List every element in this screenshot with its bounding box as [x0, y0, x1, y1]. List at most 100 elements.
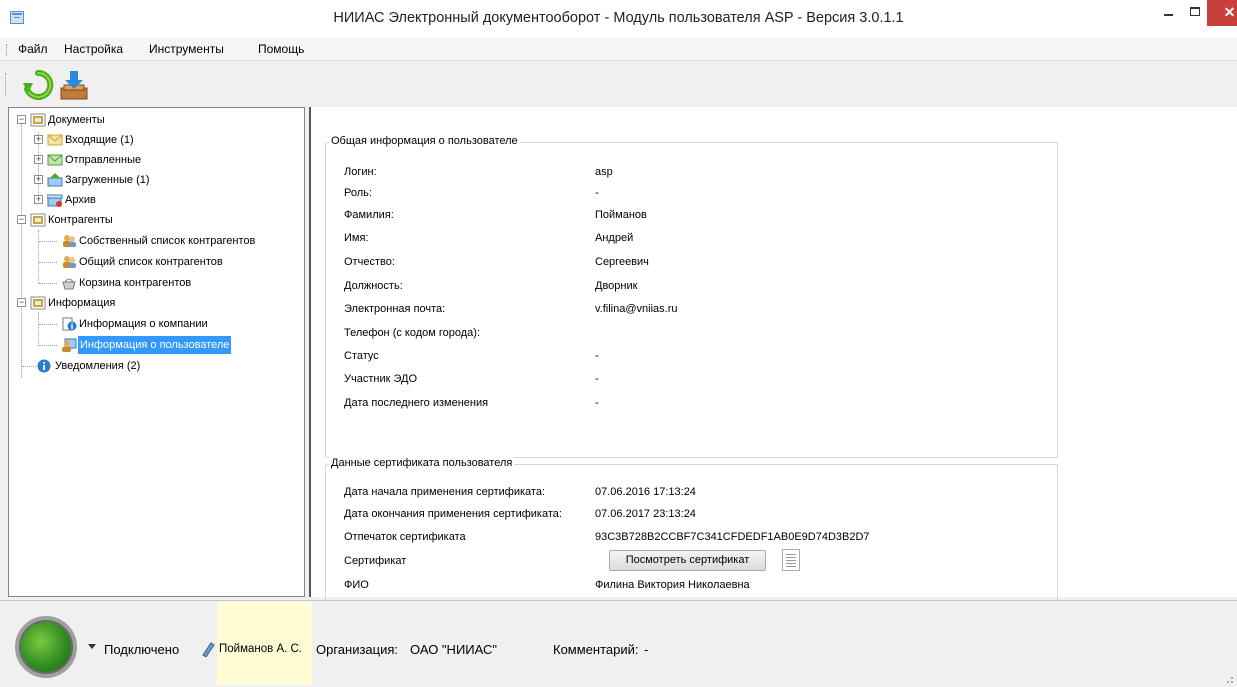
tree-node-archive[interactable]: + Архив	[13, 191, 273, 209]
position-value: Дворник	[595, 280, 638, 292]
cert-end-value: 07.06.2017 23:13:24	[595, 508, 696, 520]
tree-node-company-info[interactable]: Информация о компании	[13, 315, 273, 333]
tree-node-contractors[interactable]: − Контрагенты	[13, 211, 273, 229]
archive-box-icon	[47, 194, 63, 207]
menu-grip	[6, 44, 9, 56]
full-name-value: Филина Виктория Николаевна	[595, 579, 750, 591]
menu-tools[interactable]: Инструменты	[149, 42, 224, 56]
download-inbox-icon	[60, 71, 88, 100]
comment-value: -	[644, 642, 649, 657]
tree-node-uploaded[interactable]: + Загруженные (1)	[13, 171, 273, 189]
folder-grid-icon	[30, 213, 46, 227]
maximize-icon	[1190, 7, 1200, 16]
tree-label: Информация	[48, 297, 116, 309]
refresh-button[interactable]	[22, 69, 54, 101]
login-label: Логин:	[344, 166, 377, 178]
pen-icon	[202, 642, 215, 657]
toolbar	[0, 61, 1237, 105]
basket-icon	[62, 278, 76, 290]
full-name-label: ФИО	[344, 579, 369, 591]
tree-label: Собственный список контрагентов	[79, 235, 256, 247]
patronymic-value: Сергеевич	[595, 256, 649, 268]
tree-label: Загруженные (1)	[65, 174, 150, 186]
expand-icon[interactable]: +	[34, 135, 43, 144]
name-value: Андрей	[595, 232, 634, 244]
current-user: Пойманов А. С.	[219, 643, 302, 655]
tree-label: Отправленные	[65, 154, 142, 166]
folder-grid-icon	[30, 113, 46, 127]
user-info-group	[325, 142, 1058, 458]
tree-node-notifications[interactable]: Уведомления (2)	[13, 357, 273, 375]
tree-node-documents[interactable]: − Документы	[13, 111, 273, 129]
tree-label: Информация о компании	[79, 318, 208, 330]
menu-file[interactable]: Файл	[18, 42, 48, 56]
close-icon: ✕	[1223, 4, 1236, 20]
collapse-icon[interactable]: −	[17, 115, 26, 124]
status-bar: Подключено Пойманов А. С. Организация: О…	[0, 600, 1237, 687]
minimize-icon	[1164, 14, 1173, 16]
position-label: Должность:	[344, 280, 403, 292]
info-circle-icon	[37, 359, 51, 373]
role-value: -	[595, 187, 599, 199]
collapse-icon[interactable]: −	[17, 215, 26, 224]
tree-label: Корзина контрагентов	[79, 277, 192, 289]
toolbar-grip	[5, 73, 8, 95]
expand-icon[interactable]: +	[34, 175, 43, 184]
user-info-group-title: Общая информация о пользователе	[329, 135, 520, 147]
minimize-button[interactable]	[1158, 0, 1180, 26]
users-group-icon	[63, 256, 76, 268]
maximize-button[interactable]	[1184, 0, 1206, 26]
tree-node-contractors-trash[interactable]: Корзина контрагентов	[13, 274, 273, 292]
last-change-label: Дата последнего изменения	[344, 397, 489, 409]
tree-node-user-info[interactable]: Информация о пользователе	[13, 336, 273, 354]
tree-label: Уведомления (2)	[55, 360, 141, 372]
expand-icon[interactable]: +	[34, 195, 43, 204]
thumbprint-value: 93C3B728B2CCBF7C341CFDEDF1AB0E9D74D3B2D7	[595, 531, 870, 543]
organization-label: Организация:	[316, 642, 399, 657]
tree-node-common-contractors[interactable]: Общий список контрагентов	[13, 253, 273, 271]
tree-node-own-contractors[interactable]: Собственный список контрагентов	[13, 232, 273, 250]
refresh-icon	[23, 69, 54, 100]
resize-grip-icon[interactable]	[1224, 674, 1234, 684]
certificate-document-icon[interactable]	[782, 549, 800, 571]
menu-bar: Файл Настройка Инструменты Помощь	[0, 38, 1237, 61]
name-label: Имя:	[344, 232, 369, 244]
tree-label: Контрагенты	[48, 214, 113, 226]
tree-label: Входящие (1)	[65, 134, 134, 146]
collapse-icon[interactable]: −	[17, 298, 26, 307]
window-title: НИИАС Электронный документооборот - Моду…	[333, 10, 904, 26]
connection-status: Подключено	[104, 642, 180, 657]
surname-value: Пойманов	[595, 209, 647, 221]
close-button[interactable]: ✕	[1207, 0, 1237, 26]
last-change-value: -	[595, 397, 599, 409]
content-panel: Общая информация о пользователе Логин: a…	[309, 107, 1237, 604]
role-label: Роль:	[344, 187, 372, 199]
tree-label: Архив	[65, 194, 96, 206]
certificate-group-title: Данные сертификата пользователя	[329, 457, 515, 469]
patronymic-label: Отчество:	[344, 256, 395, 268]
upload-folder-icon	[47, 173, 63, 187]
connection-indicator[interactable]	[15, 616, 77, 678]
tree-node-sent[interactable]: + Отправленные	[13, 151, 273, 169]
tree-node-information[interactable]: − Информация	[13, 294, 273, 312]
login-value: asp	[595, 166, 613, 178]
certificate-label: Сертификат	[344, 555, 407, 567]
menu-settings[interactable]: Настройка	[64, 42, 123, 56]
title-bar: НИИАС Электронный документооборот - Моду…	[0, 0, 1237, 38]
status-value: -	[595, 350, 599, 362]
folder-grid-icon	[30, 296, 46, 310]
cert-end-label: Дата окончания применения сертификата:	[344, 508, 562, 520]
dropdown-arrow-icon[interactable]	[88, 644, 96, 650]
menu-help[interactable]: Помощь	[258, 42, 304, 56]
tree-node-incoming[interactable]: + Входящие (1)	[13, 131, 273, 149]
user-card-icon	[62, 338, 77, 352]
tree-label: Документы	[48, 114, 105, 126]
status-label: Статус	[344, 350, 379, 362]
tree-label: Общий список контрагентов	[79, 256, 223, 268]
download-button[interactable]	[58, 69, 90, 101]
expand-icon[interactable]: +	[34, 155, 43, 164]
thumbprint-label: Отпечаток сертификата	[344, 531, 466, 543]
edo-participant-label: Участник ЭДО	[344, 373, 418, 385]
navigation-tree: − Документы + Входящие (1) + Отправленны…	[8, 107, 305, 597]
view-certificate-button[interactable]: Посмотреть сертификат	[609, 550, 766, 571]
